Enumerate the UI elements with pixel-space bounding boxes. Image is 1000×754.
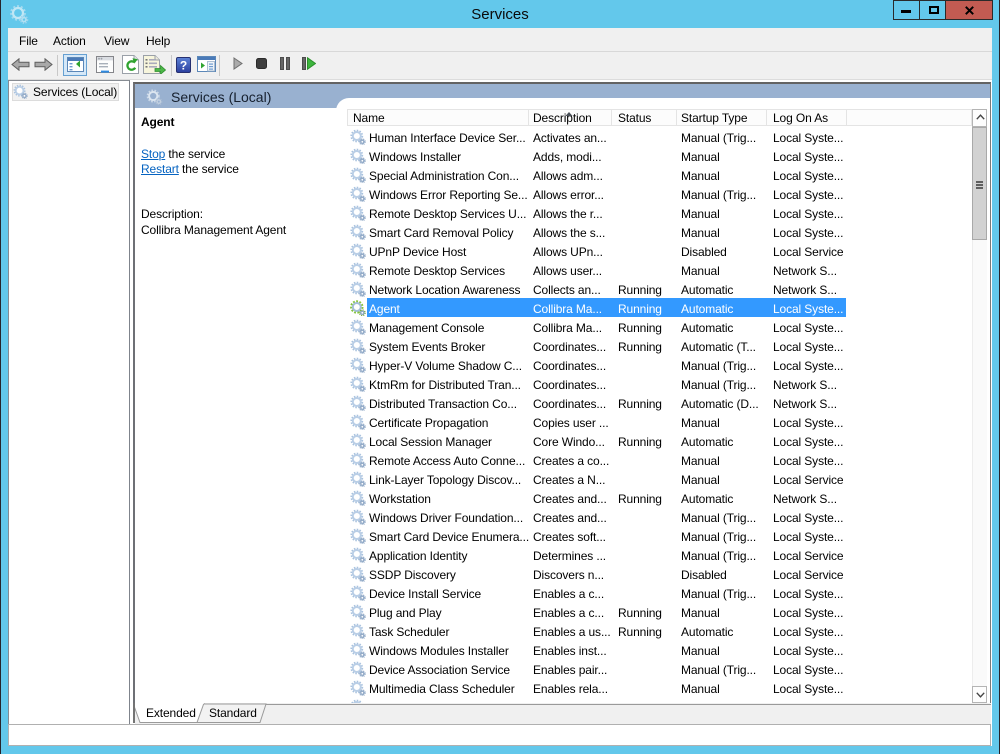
svg-text:?: ?	[180, 59, 187, 73]
